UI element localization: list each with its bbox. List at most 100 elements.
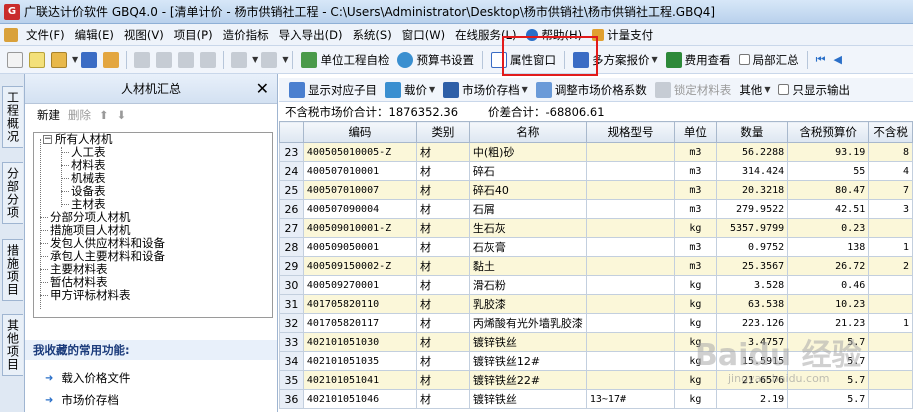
menu-import-export[interactable]: 导入导出(D) — [274, 27, 348, 43]
pretax-price-cell[interactable] — [868, 294, 913, 314]
table-row[interactable]: 24 400507010001 材碎石 m3 314.424 55 4 — [279, 161, 913, 181]
unit-cell[interactable]: m3 — [674, 180, 717, 200]
row-number[interactable]: 35 — [279, 370, 304, 390]
pretax-price-cell[interactable] — [868, 351, 913, 371]
delete-button[interactable]: 删除 — [68, 107, 91, 123]
spec-cell[interactable] — [585, 351, 676, 371]
move-down-icon[interactable]: ⬇ — [117, 108, 127, 122]
quantity-cell[interactable]: 63.538 — [715, 294, 789, 314]
move-up-icon[interactable]: ⬆ — [99, 108, 109, 122]
previous-page-icon[interactable]: ◀ — [834, 53, 842, 66]
tab-measures[interactable]: 措施项目 — [2, 239, 23, 301]
new-folder-icon[interactable] — [29, 51, 45, 68]
name-cell[interactable]: 黏土 — [468, 256, 587, 276]
budget-price-cell[interactable]: 5.7 — [787, 351, 870, 371]
unit-cell[interactable]: kg — [674, 370, 717, 390]
column-header-budget-price[interactable]: 含税预算价 — [787, 121, 870, 143]
show-sub-items-button[interactable]: 显示对应子目 — [285, 79, 381, 101]
budget-price-cell[interactable]: 5.7 — [787, 370, 870, 390]
column-header-spec[interactable]: 规格型号 — [585, 121, 676, 143]
spec-cell[interactable] — [585, 180, 676, 200]
show-output-only-checkbox[interactable]: 只显示输出 — [774, 79, 854, 101]
budget-price-cell[interactable]: 21.23 — [787, 313, 870, 333]
pretax-price-cell[interactable]: 8 — [868, 142, 913, 162]
spec-cell[interactable]: 13~17# — [585, 389, 676, 409]
quantity-cell[interactable]: 2.19 — [715, 389, 789, 409]
pretax-price-cell[interactable] — [868, 389, 913, 409]
pretax-price-cell[interactable] — [868, 275, 913, 295]
quantity-cell[interactable]: 0.9752 — [715, 237, 789, 257]
new-button[interactable]: 新建 — [37, 107, 60, 123]
budget-price-cell[interactable]: 80.47 — [787, 180, 870, 200]
category-cell[interactable]: 材 — [416, 237, 470, 257]
code-cell[interactable]: 400507010001 — [302, 161, 418, 181]
pretax-price-cell[interactable] — [868, 218, 913, 238]
table-row[interactable]: 23 400505010005-Z 材中(粗)砂 m3 56.2288 93.19 8 — [279, 142, 913, 162]
row-number[interactable]: 34 — [279, 351, 304, 371]
menu-cost-index[interactable]: 造价指标 — [218, 27, 274, 43]
local-summary-button[interactable]: 局部汇总 — [735, 49, 803, 71]
unit-cell[interactable]: kg — [674, 275, 717, 295]
budget-price-cell[interactable]: 0.46 — [787, 275, 870, 295]
table-row[interactable]: 32 401705820117 材丙烯酸有光外墙乳胶漆 kg 223.126 21.23 1 — [279, 313, 913, 333]
first-page-icon[interactable]: ⏮ — [816, 53, 826, 67]
market-archive-button[interactable]: 市场价存档 ▼ — [439, 79, 532, 101]
spec-cell[interactable] — [585, 256, 676, 276]
new-file-icon[interactable] — [7, 51, 23, 68]
category-cell[interactable]: 材 — [416, 275, 470, 295]
code-cell[interactable]: 400509150002-Z — [302, 256, 418, 276]
pretax-price-cell[interactable]: 4 — [868, 161, 913, 181]
row-number[interactable]: 26 — [279, 199, 304, 219]
column-header-code[interactable]: 编码 — [302, 121, 418, 143]
code-cell[interactable]: 402101051030 — [302, 332, 418, 352]
quantity-cell[interactable]: 21.6576 — [715, 370, 789, 390]
name-cell[interactable]: 滑石粉 — [468, 275, 587, 295]
table-row[interactable]: 26 400507090004 材石屑 m3 279.9522 42.51 3 — [279, 199, 913, 219]
spec-cell[interactable] — [585, 370, 676, 390]
category-cell[interactable]: 材 — [416, 351, 470, 371]
lock-material-button[interactable]: 锁定材料表 — [651, 79, 736, 101]
category-cell[interactable]: 材 — [416, 180, 470, 200]
row-number[interactable]: 29 — [279, 256, 304, 276]
unit-cell[interactable]: kg — [674, 313, 717, 333]
load-price-button[interactable]: 载价 ▼ — [381, 79, 439, 101]
save-icon[interactable] — [81, 51, 98, 68]
table-row[interactable]: 28 400509050001 材石灰膏 m3 0.9752 138 1 — [279, 237, 913, 257]
name-cell[interactable]: 生石灰 — [468, 218, 587, 238]
quantity-cell[interactable]: 5357.9799 — [715, 218, 789, 238]
favorite-market-archive[interactable]: ➜ 市场价存档 — [45, 392, 119, 408]
unit-check-button[interactable]: 单位工程自检 — [297, 49, 393, 71]
spec-cell[interactable] — [585, 237, 676, 257]
name-cell[interactable]: 镀锌铁丝 — [468, 389, 587, 409]
spec-cell[interactable] — [585, 161, 676, 181]
spec-cell[interactable] — [585, 199, 676, 219]
unit-cell[interactable]: m3 — [674, 256, 717, 276]
menu-online-service[interactable]: 在线服务(L) — [450, 27, 521, 43]
quantity-cell[interactable]: 3.528 — [715, 275, 789, 295]
unit-cell[interactable]: m3 — [674, 161, 717, 181]
open-dropdown-icon[interactable]: ▼ — [72, 55, 78, 64]
pretax-price-cell[interactable] — [868, 332, 913, 352]
spec-cell[interactable] — [585, 142, 676, 162]
category-cell[interactable]: 材 — [416, 294, 470, 314]
tree-item-bid-evaluation[interactable]: 甲方评标材料表 — [50, 289, 131, 302]
pretax-price-cell[interactable] — [868, 370, 913, 390]
save-as-icon[interactable] — [103, 51, 120, 68]
budget-price-cell[interactable]: 138 — [787, 237, 870, 257]
adjust-coefficient-button[interactable]: 调整市场价格系数 — [532, 79, 651, 101]
redo-dropdown-icon[interactable]: ▼ — [282, 55, 288, 64]
row-number[interactable]: 25 — [279, 180, 304, 200]
row-number[interactable]: 32 — [279, 313, 304, 333]
row-number[interactable]: 31 — [279, 294, 304, 314]
quantity-cell[interactable]: 25.3567 — [715, 256, 789, 276]
table-row[interactable]: 30 400509270001 材滑石粉 kg 3.528 0.46 — [279, 275, 913, 295]
code-cell[interactable]: 401705820117 — [302, 313, 418, 333]
budget-price-cell[interactable]: 10.23 — [787, 294, 870, 314]
name-cell[interactable]: 丙烯酸有光外墙乳胶漆 — [468, 313, 587, 333]
spec-cell[interactable] — [585, 332, 676, 352]
spec-cell[interactable] — [585, 218, 676, 238]
favorite-load-price-file[interactable]: ➜ 载入价格文件 — [45, 370, 130, 386]
category-cell[interactable]: 材 — [416, 161, 470, 181]
name-cell[interactable]: 乳胶漆 — [468, 294, 587, 314]
name-cell[interactable]: 石灰膏 — [468, 237, 587, 257]
